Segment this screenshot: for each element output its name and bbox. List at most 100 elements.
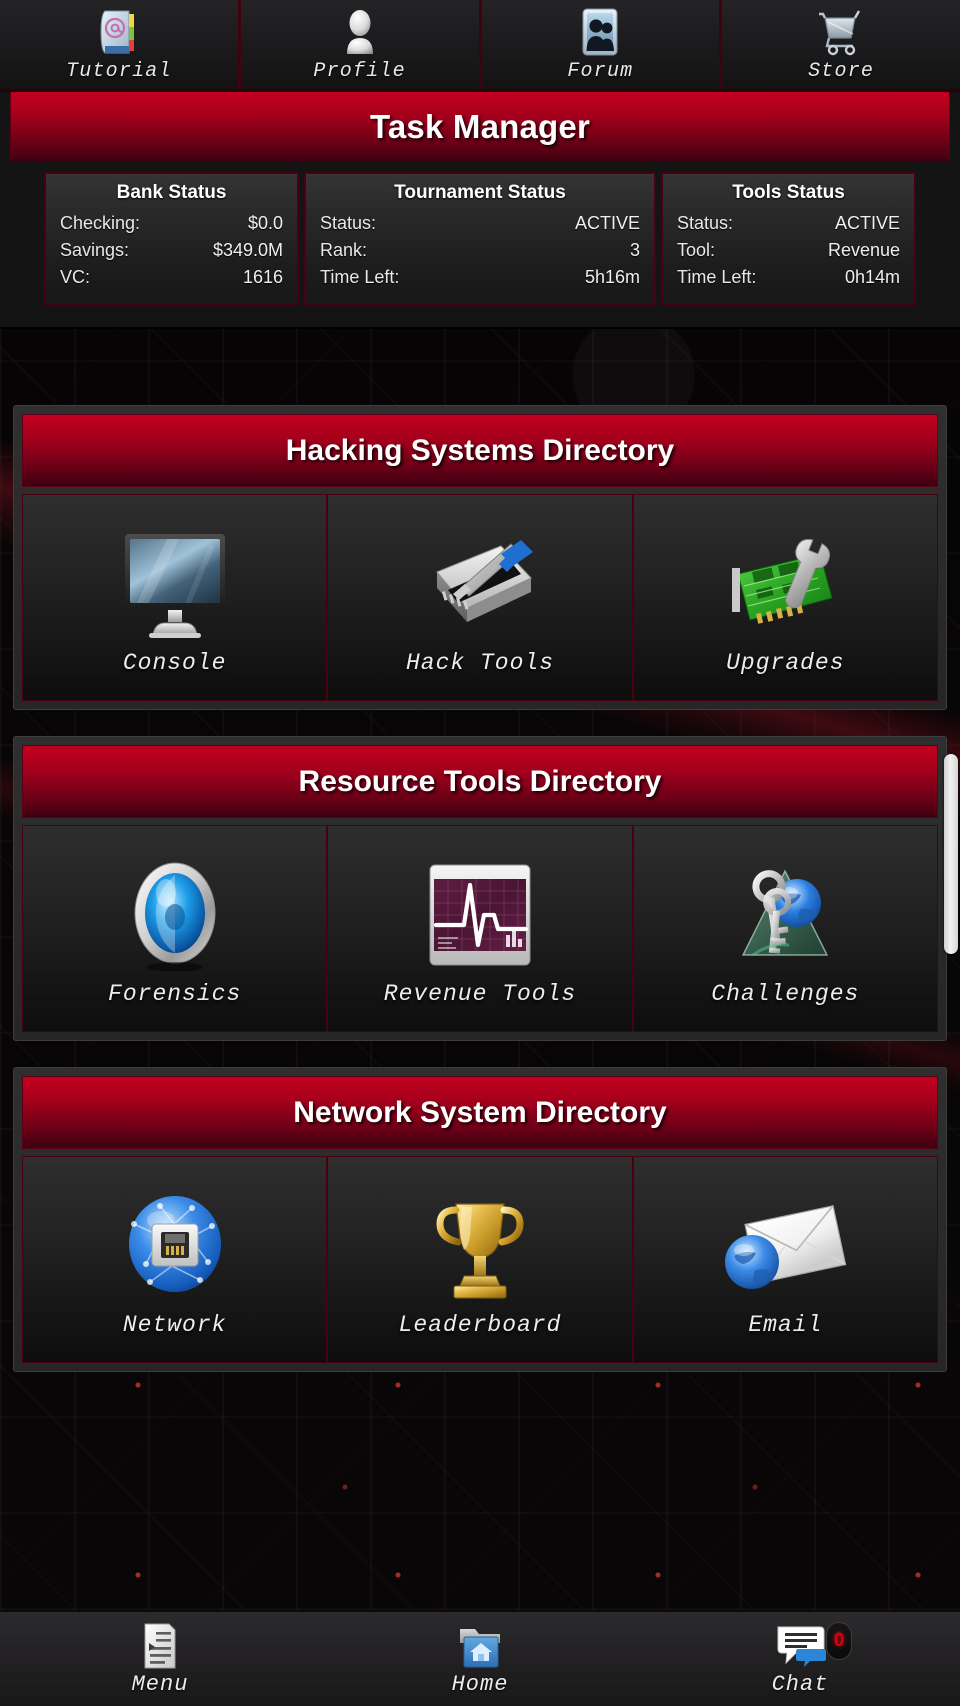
hacking-systems-directory-panel: Hacking Systems Directory Console Hack T… [13, 405, 947, 710]
top-tab-forum[interactable]: Forum [478, 0, 720, 89]
circuitboard-wrench-icon [720, 520, 850, 640]
card-heading: Tournament Status [394, 182, 566, 203]
bottom-tab-chat[interactable]: 0 Chat [640, 1612, 960, 1706]
trophy-icon [426, 1182, 534, 1302]
directory-item-label: Forensics [108, 980, 242, 1007]
person-silhouette-icon [338, 6, 382, 58]
directory-item-label: Revenue Tools [383, 980, 577, 1007]
heartbeat-monitor-icon [420, 851, 540, 971]
directory-title: Resource Tools Directory [298, 764, 662, 798]
row-key: Savings: [60, 240, 130, 260]
directory-title: Hacking Systems Directory [285, 433, 675, 467]
row-key: Checking: [60, 213, 141, 233]
vertical-scrollbar-thumb[interactable] [944, 754, 958, 954]
book-at-icon [96, 6, 142, 58]
directory-item-revenue-tools[interactable]: Revenue Tools [326, 826, 632, 1031]
directory-item-console[interactable]: Console [23, 495, 327, 700]
directory-item-leaderboard[interactable]: Leaderboard [326, 1157, 632, 1362]
bottom-tab-home[interactable]: Home [320, 1612, 640, 1706]
home-folder-icon [456, 1621, 504, 1671]
shopping-cart-icon [817, 6, 865, 58]
row-value: ACTIVE [835, 213, 901, 233]
status-row: Savings: $349.0M [56, 237, 287, 264]
directory-item-email[interactable]: Email [631, 1157, 937, 1362]
directory-item-hack-tools[interactable]: Hack Tools [326, 495, 632, 700]
page-title: Task Manager [369, 108, 591, 145]
task-manager-header: Task Manager [10, 92, 950, 162]
status-row: Rank: 3 [316, 237, 644, 264]
directory-grid: Network Leaderboard Email [22, 1156, 938, 1363]
status-row: Status: ACTIVE [673, 210, 904, 237]
status-row: VC: 1616 [56, 264, 287, 291]
directory-header: Hacking Systems Directory [22, 414, 938, 487]
row-key: Status: [320, 213, 377, 233]
tools-status-card: Tools Status Status: ACTIVE Tool: Revenu… [661, 172, 917, 305]
chat-unread-badge: 0 [826, 1622, 852, 1660]
tournament-status-card: Tournament Status Status: ACTIVE Rank: 3… [304, 172, 657, 305]
task-manager-section: Task Manager Bank Status Checking: $0.0 … [0, 92, 960, 329]
top-tab-profile[interactable]: Profile [237, 0, 479, 89]
row-value: $349.0M [212, 240, 283, 260]
blue-orb-eye-icon [120, 851, 230, 971]
top-tab-label: Store [808, 60, 875, 83]
top-tab-store[interactable]: Store [719, 0, 960, 89]
card-heading: Bank Status [116, 182, 227, 203]
row-value: 3 [630, 240, 641, 260]
app-root: Tutorial Profile Forum Store Task Manage… [0, 0, 960, 1706]
directory-item-network[interactable]: Network [23, 1157, 327, 1362]
row-value: 1616 [242, 267, 283, 287]
directory-item-label: Leaderboard [398, 1311, 562, 1338]
directory-item-forensics[interactable]: Forensics [23, 826, 327, 1031]
card-heading: Tools Status [732, 182, 845, 203]
resource-tools-directory-panel: Resource Tools Directory Forensics Reven… [13, 736, 947, 1041]
top-tab-tutorial[interactable]: Tutorial [0, 0, 238, 89]
directories-scroll-area[interactable]: Hacking Systems Directory Console Hack T… [0, 329, 960, 1372]
top-navigation-bar: Tutorial Profile Forum Store [0, 0, 960, 92]
row-key: Tool: [677, 240, 716, 260]
row-key: VC: [60, 267, 91, 287]
directory-item-label: Challenges [711, 980, 860, 1007]
row-value: $0.0 [247, 213, 283, 233]
network-port-orb-icon [116, 1182, 234, 1302]
bank-status-card: Bank Status Checking: $0.0 Savings: $349… [44, 172, 299, 305]
directory-item-label: Upgrades [726, 649, 845, 676]
row-value: 5h16m [584, 267, 641, 287]
directory-header: Network System Directory [22, 1076, 938, 1149]
status-row: Checking: $0.0 [56, 210, 287, 237]
status-row: Time Left: 0h14m [673, 264, 904, 291]
row-key: Time Left: [677, 267, 757, 287]
bottom-tab-label: Home [451, 1672, 509, 1697]
top-tab-label: Forum [567, 60, 634, 83]
directory-grid: Forensics Revenue Tools Challenges [22, 825, 938, 1032]
row-value: Revenue [827, 240, 901, 260]
row-key: Status: [677, 213, 734, 233]
directory-item-label: Hack Tools [405, 649, 554, 676]
directory-item-label: Console [122, 649, 227, 676]
row-value: ACTIVE [575, 213, 641, 233]
directory-item-challenges[interactable]: Challenges [631, 826, 937, 1031]
network-system-directory-panel: Network System Directory Network Leaderb… [13, 1067, 947, 1372]
chat-bubbles-icon: 0 [774, 1621, 852, 1671]
list-menu-icon [139, 1621, 181, 1671]
row-key: Time Left: [320, 267, 400, 287]
monitor-icon [113, 520, 237, 640]
directory-item-upgrades[interactable]: Upgrades [631, 495, 937, 700]
bottom-tab-label: Menu [131, 1672, 189, 1697]
keys-globe-icon [723, 851, 847, 971]
directory-title: Network System Directory [293, 1095, 667, 1129]
status-cards-row: Bank Status Checking: $0.0 Savings: $349… [0, 162, 960, 329]
bottom-tab-menu[interactable]: Menu [0, 1612, 320, 1706]
top-tab-label: Profile [313, 60, 406, 83]
row-key: Rank: [320, 240, 368, 260]
directory-item-label: Email [748, 1311, 823, 1338]
two-people-photo-icon [578, 6, 622, 58]
bottom-tab-label: Chat [771, 1672, 829, 1697]
directory-grid: Console Hack Tools Upgrades [22, 494, 938, 701]
status-row: Tool: Revenue [673, 237, 904, 264]
status-row: Time Left: 5h16m [316, 264, 644, 291]
directory-header: Resource Tools Directory [22, 745, 938, 818]
directory-item-label: Network [122, 1311, 227, 1338]
